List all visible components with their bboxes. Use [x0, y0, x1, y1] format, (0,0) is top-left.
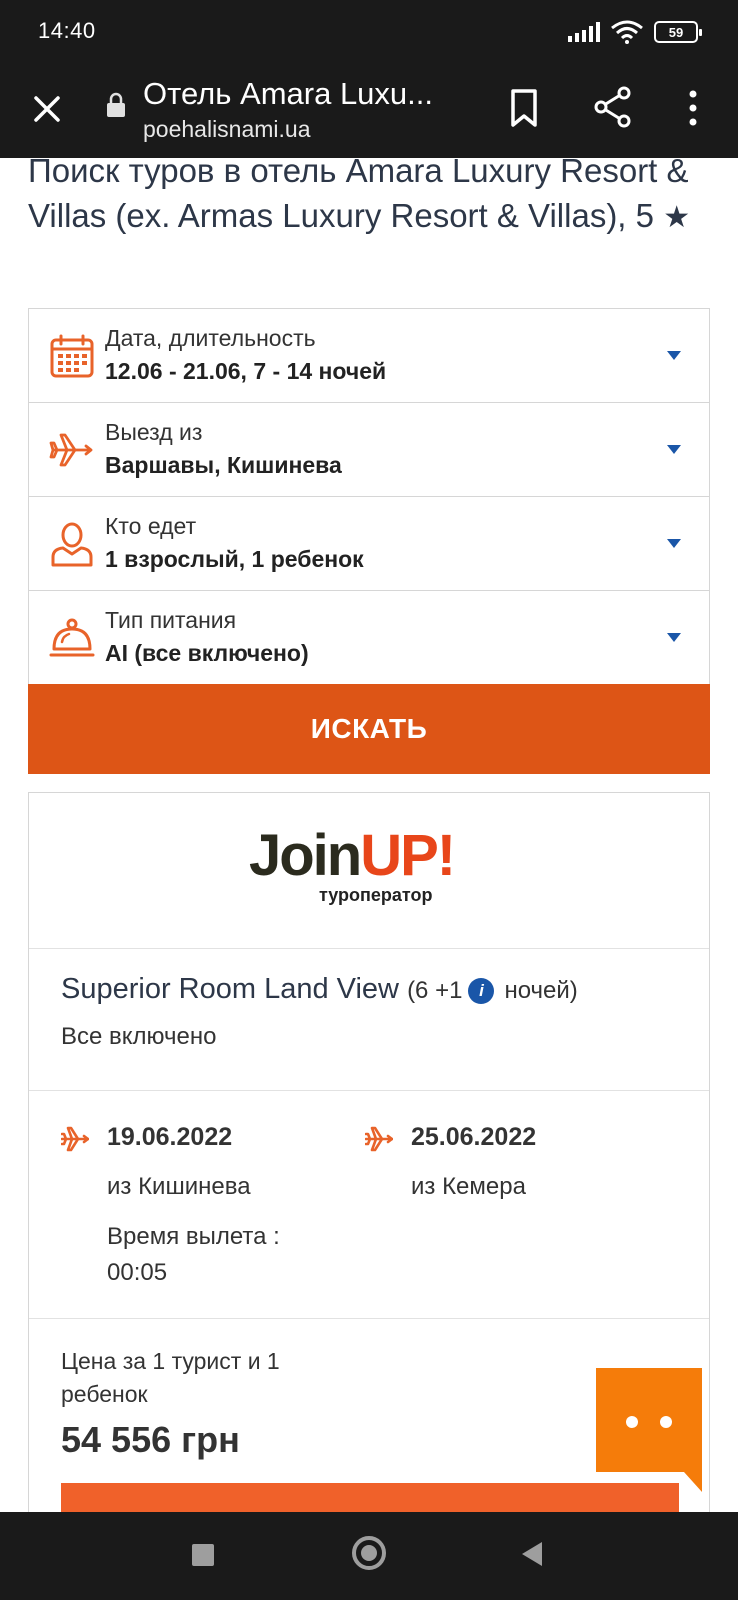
status-icons: 59 — [568, 20, 702, 44]
search-form: Дата, длительность 12.06 - 21.06, 7 - 14… — [28, 308, 710, 686]
price-value: 54 556 грн — [61, 1419, 240, 1460]
logo-part-join: Join — [249, 823, 362, 888]
person-icon — [51, 522, 93, 567]
chevron-down-icon — [667, 633, 681, 642]
room-title: Superior Room Land View (6 +1 i ночей) — [61, 973, 578, 1006]
bookmark-icon[interactable] — [508, 88, 540, 128]
plane-icon — [365, 1126, 393, 1152]
more-vert-icon[interactable] — [686, 88, 700, 128]
flights: 19.06.2022 из Кишинева Время вылета : 00… — [29, 1091, 709, 1319]
plane-icon — [61, 1126, 89, 1152]
close-icon[interactable] — [28, 90, 66, 128]
operator-logo-area: JoinUP! туроператор — [29, 793, 709, 949]
meal-value: AI (все включено) — [105, 640, 309, 666]
travelers-value: 1 взрослый, 1 ребенок — [105, 546, 364, 572]
departure-value: Варшавы, Кишинева — [105, 452, 342, 478]
departure-label: Выезд из — [105, 419, 203, 445]
recent-apps-icon[interactable] — [192, 1544, 214, 1566]
date-value: 12.06 - 21.06, 7 - 14 ночей — [105, 358, 387, 384]
back-icon[interactable] — [522, 1542, 542, 1566]
share-icon[interactable] — [594, 86, 632, 128]
nights-suffix: ночей) — [504, 977, 578, 1004]
info-icon[interactable]: i — [468, 978, 495, 1004]
departure-time: 00:05 — [107, 1259, 168, 1286]
return-date: 25.06.2022 — [411, 1123, 537, 1151]
home-icon[interactable] — [352, 1536, 386, 1570]
departure-field[interactable]: Выезд из Варшавы, Кишинева — [29, 403, 709, 497]
plane-icon — [49, 433, 93, 467]
nights-prefix: (6 +1 — [407, 977, 463, 1004]
operator-logo: JoinUP! туроператор — [249, 813, 499, 913]
page-heading: Поиск туров в отель Amara Luxury Resort … — [28, 148, 718, 240]
chevron-down-icon — [667, 539, 681, 548]
logo-subtitle: туроператор — [319, 885, 433, 905]
food-cloche-icon — [49, 618, 95, 657]
system-nav-bar — [0, 1512, 738, 1600]
date-label: Дата, длительность — [105, 325, 316, 351]
return-from: из Кемера — [411, 1173, 526, 1200]
calendar-icon — [50, 334, 94, 378]
search-button[interactable]: ИСКАТЬ — [28, 684, 710, 774]
board-type: Все включено — [61, 1023, 217, 1050]
travelers-field[interactable]: Кто едет 1 взрослый, 1 ребенок — [29, 497, 709, 591]
travelers-label: Кто едет — [105, 513, 197, 539]
heading-text: Поиск туров в отель Amara Luxury Resort … — [28, 152, 689, 234]
room-info: Superior Room Land View (6 +1 i ночей) Все… — [29, 949, 709, 1091]
price-label: Цена за 1 турист и 1 ребенок — [61, 1348, 280, 1407]
meal-label: Тип питания — [105, 607, 237, 633]
browser-toolbar: Отель Amara Luxu... poehalisnami.ua — [0, 64, 738, 158]
date-duration-field[interactable]: Дата, длительность 12.06 - 21.06, 7 - 14… — [29, 309, 709, 403]
meal-type-field[interactable]: Тип питания AI (все включено) — [29, 591, 709, 685]
star-icon: ★ — [663, 201, 691, 234]
signal-icon — [568, 22, 600, 42]
wifi-icon — [611, 20, 643, 44]
lock-icon — [107, 92, 125, 117]
outbound-date: 19.06.2022 — [107, 1123, 233, 1151]
battery-icon: 59 — [654, 21, 702, 43]
room-name: Superior Room Land View — [61, 973, 399, 1005]
screen: 14:40 59 Отель Amara Luxu... poehalisnam… — [0, 0, 738, 1600]
page-title[interactable]: Отель Amara Luxu... — [143, 76, 463, 112]
departure-time-label: Время вылета : — [107, 1223, 280, 1250]
status-bar: 14:40 59 — [0, 0, 738, 64]
status-time: 14:40 — [38, 18, 96, 43]
logo-part-up: UP! — [360, 823, 456, 888]
url-text[interactable]: poehalisnami.ua — [143, 116, 311, 143]
chevron-down-icon — [667, 351, 681, 360]
chat-widget-icon[interactable] — [596, 1368, 702, 1492]
chevron-down-icon — [667, 445, 681, 454]
outbound-from: из Кишинева — [107, 1173, 251, 1200]
